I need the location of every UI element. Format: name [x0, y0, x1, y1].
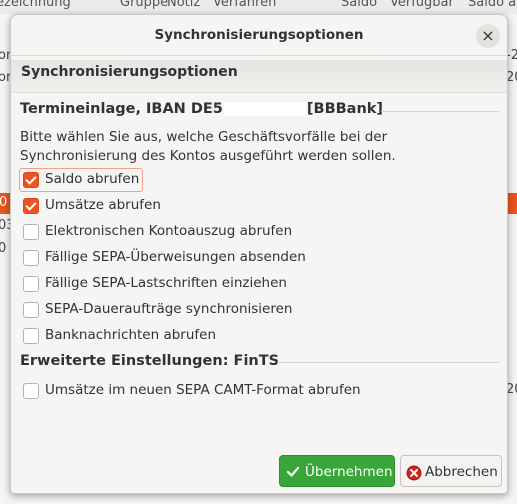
checkbox-icon[interactable]: [23, 224, 39, 240]
option-label: Umsätze abrufen: [45, 197, 161, 213]
apply-button-label: Übernehmen: [305, 464, 393, 480]
option-label: Banknachrichten abrufen: [45, 327, 217, 343]
close-button[interactable]: ×: [476, 24, 500, 48]
close-icon: ×: [481, 26, 495, 45]
checkbox-icon[interactable]: [23, 328, 39, 344]
checkbox-icon[interactable]: [23, 302, 39, 318]
advanced-section-title: Erweiterte Einstellungen: FinTS: [20, 353, 280, 369]
account-name-iban: Termineinlage, IBAN DE5: [20, 101, 223, 117]
option-label: Umsätze im neuen SEPA CAMT-Format abrufe…: [45, 382, 361, 398]
option-label: Saldo abrufen: [45, 171, 140, 187]
cancel-icon: [406, 465, 422, 481]
redacted-iban-block: [223, 102, 306, 116]
option-label: Fällige SEPA-Lastschriften einziehen: [45, 275, 287, 291]
account-bank: [BBBank]: [306, 101, 384, 117]
background-column-headers: ezeichnung Gruppe Notiz Verfahren Saldo …: [0, 0, 517, 14]
cancel-button[interactable]: Abbrechen: [400, 455, 502, 487]
bg-left-text: 0: [0, 241, 7, 256]
section-divider: [277, 362, 499, 363]
bg-col-group: Gruppe: [120, 0, 169, 10]
bg-col-note: Notiz: [167, 0, 201, 10]
dialog-header: Synchronisierungsoptionen: [11, 60, 507, 93]
checkmark-icon: [286, 466, 300, 477]
bg-col-balance: Saldo: [341, 0, 378, 10]
checkbox-icon[interactable]: [23, 383, 39, 399]
bg-left-text: 03: [0, 218, 10, 233]
bg-left-text: or: [0, 70, 10, 85]
apply-button[interactable]: Übernehmen: [279, 455, 395, 487]
cancel-button-label: Abbrechen: [425, 464, 498, 480]
bg-selected-row: 0: [0, 193, 10, 214]
bg-col-name: ezeichnung: [0, 0, 71, 10]
sync-options-dialog: Synchronisierungsoptionen × Synchronisie…: [10, 14, 508, 494]
dialog-title: Synchronisierungsoptionen: [154, 27, 364, 43]
section-divider: [381, 111, 499, 112]
checkbox-icon[interactable]: [23, 250, 39, 266]
bg-col-available: Verfügbar: [390, 0, 454, 10]
background-left-strip: on or 0 03 0: [0, 0, 10, 504]
option-label: Elektronischen Kontoauszug abrufen: [45, 223, 293, 239]
bg-left-text: 0: [0, 195, 8, 210]
account-section-title: Termineinlage, IBAN DE5 [BBBank]: [20, 101, 383, 117]
dialog-titlebar[interactable]: Synchronisierungsoptionen ×: [11, 15, 507, 56]
checkbox-icon[interactable]: [23, 276, 39, 292]
checkbox-checked-icon[interactable]: [23, 198, 39, 214]
description-text: Bitte wählen Sie aus, welche Geschäftsvo…: [20, 129, 396, 164]
option-label: Fällige SEPA-Überweisungen absenden: [45, 249, 306, 265]
dialog-header-title: Synchronisierungsoptionen: [21, 64, 238, 80]
bg-left-text: on: [0, 48, 10, 63]
checkbox-checked-icon[interactable]: [23, 172, 39, 188]
option-label: SEPA-Daueraufträge synchronisieren: [45, 301, 293, 317]
bg-col-method: Verfahren: [213, 0, 277, 10]
